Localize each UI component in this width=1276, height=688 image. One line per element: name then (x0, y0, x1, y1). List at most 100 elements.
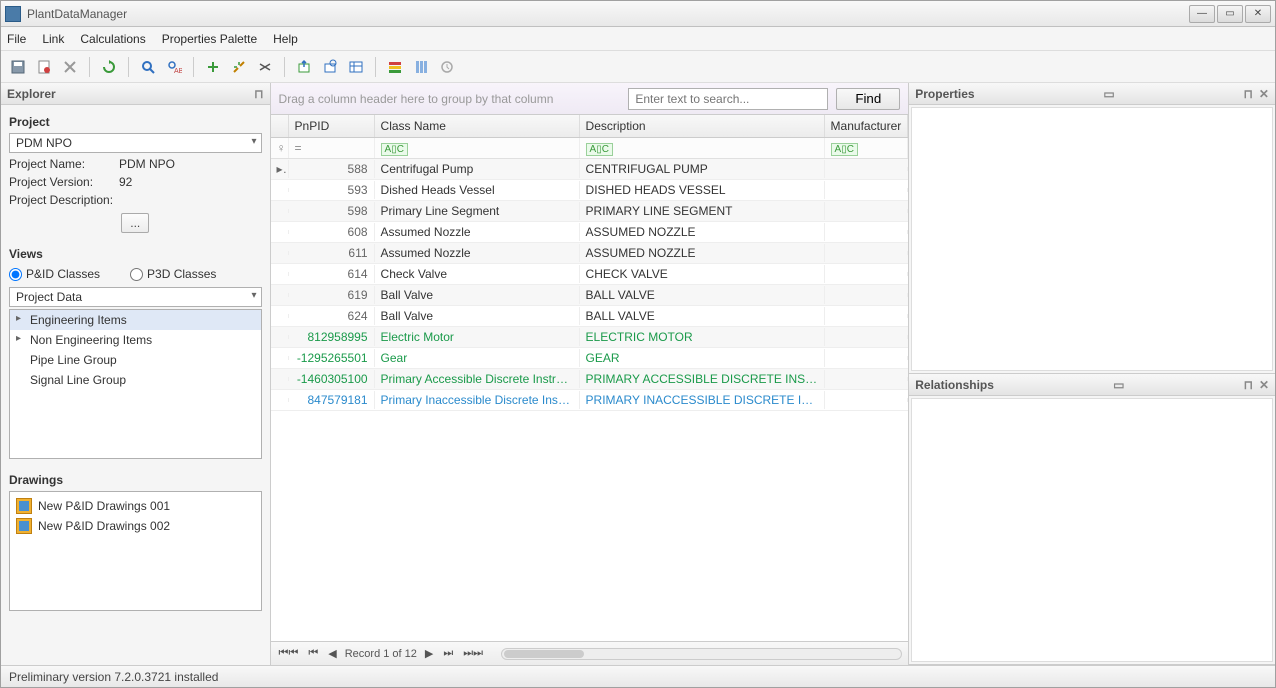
col-manufacturer[interactable]: Manufacturer (825, 115, 909, 137)
radio-pid-classes[interactable]: P&ID Classes (9, 267, 100, 281)
filter-pnpid[interactable]: = (289, 138, 375, 158)
properties-pin-icon[interactable]: ⊓ (1244, 87, 1253, 101)
save-icon[interactable] (7, 56, 29, 78)
search-icon[interactable] (137, 56, 159, 78)
tree-item[interactable]: Engineering Items (10, 310, 261, 330)
nav-prev-page-icon[interactable]: ⏮ (306, 647, 320, 660)
nav-prev-icon[interactable]: ◀ (326, 647, 338, 660)
menu-calculations[interactable]: Calculations (80, 32, 145, 46)
project-name-label: Project Name: (9, 157, 119, 171)
drawing-item[interactable]: New P&ID Drawings 002 (14, 516, 257, 536)
row-marker (271, 335, 289, 339)
table-row[interactable]: 619Ball ValveBALL VALVE (271, 285, 909, 306)
table-row[interactable]: -1295265501GearGEAR (271, 348, 909, 369)
shuffle-icon[interactable] (254, 56, 276, 78)
cell-pnpid: 812958995 (289, 328, 375, 346)
table-row[interactable]: 614Check ValveCHECK VALVE (271, 264, 909, 285)
col-pnpid[interactable]: PnPID (289, 115, 375, 137)
status-bar: Preliminary version 7.2.0.3721 installed (1, 665, 1275, 687)
explorer-title: Explorer (7, 87, 56, 101)
menu-file[interactable]: File (7, 32, 26, 46)
nav-first-icon[interactable]: ⏮⏮ (277, 647, 301, 660)
nav-last-icon[interactable]: ⏭⏭ (461, 647, 485, 660)
columns-icon[interactable] (410, 56, 432, 78)
menu-help[interactable]: Help (273, 32, 298, 46)
tree-item[interactable]: Signal Line Group (10, 370, 261, 390)
close-button[interactable]: ✕ (1245, 5, 1271, 23)
nav-next-page-icon[interactable]: ⏭ (441, 647, 455, 660)
filter-row: ♀ = A▯C A▯C A▯C (271, 138, 909, 159)
relationships-panel: Relationships ▭ ⊓ ✕ (909, 374, 1275, 665)
delete-icon[interactable] (59, 56, 81, 78)
col-class[interactable]: Class Name (375, 115, 580, 137)
relationships-pin-icon[interactable]: ⊓ (1244, 378, 1253, 392)
filter-icon[interactable]: ♀ (271, 138, 289, 158)
refresh-icon[interactable] (98, 56, 120, 78)
nav-next-icon[interactable]: ▶ (423, 647, 435, 660)
drawing-item[interactable]: New P&ID Drawings 001 (14, 496, 257, 516)
add-icon[interactable] (202, 56, 224, 78)
tree-combo[interactable]: Project Data (9, 287, 262, 307)
new-doc-icon[interactable] (33, 56, 55, 78)
link-icon[interactable] (228, 56, 250, 78)
cell-manufacturer (825, 230, 909, 234)
grid-header: PnPID Class Name Description Manufacture… (271, 115, 909, 138)
color-rows-icon[interactable] (384, 56, 406, 78)
group-hint: Drag a column header here to group by th… (279, 92, 621, 106)
grid-body: ▸588Centrifugal PumpCENTRIFUGAL PUMP593D… (271, 159, 909, 641)
cell-pnpid: 588 (289, 160, 375, 178)
col-desc[interactable]: Description (580, 115, 825, 137)
table-row[interactable]: 611Assumed NozzleASSUMED NOZZLE (271, 243, 909, 264)
properties-close-icon[interactable]: ✕ (1259, 87, 1269, 101)
table-row[interactable]: 593Dished Heads VesselDISHED HEADS VESSE… (271, 180, 909, 201)
cell-desc: CENTRIFUGAL PUMP (580, 160, 825, 178)
cell-class: Primary Line Segment (375, 202, 580, 220)
properties-restore-icon[interactable]: ▭ (1103, 87, 1114, 101)
tree: Engineering ItemsNon Engineering ItemsPi… (9, 309, 262, 459)
filter-manufacturer[interactable]: A▯C (825, 138, 909, 158)
tree-item[interactable]: Non Engineering Items (10, 330, 261, 350)
table-row[interactable]: 847579181Primary Inaccessible Discrete I… (271, 390, 909, 411)
cell-class: Check Valve (375, 265, 580, 283)
find-replace-icon[interactable]: AB (163, 56, 185, 78)
table-icon[interactable] (345, 56, 367, 78)
table-row[interactable]: 624Ball ValveBALL VALVE (271, 306, 909, 327)
cell-manufacturer (825, 209, 909, 213)
minimize-button[interactable]: — (1189, 5, 1215, 23)
maximize-button[interactable]: ▭ (1217, 5, 1243, 23)
menu-properties-palette[interactable]: Properties Palette (162, 32, 257, 46)
table-row[interactable]: 598Primary Line SegmentPRIMARY LINE SEGM… (271, 201, 909, 222)
row-marker (271, 293, 289, 297)
table-row[interactable]: -1460305100Primary Accessible Discrete I… (271, 369, 909, 390)
more-button[interactable]: ... (121, 213, 149, 233)
cell-class: Ball Valve (375, 286, 580, 304)
table-row[interactable]: 608Assumed NozzleASSUMED NOZZLE (271, 222, 909, 243)
radio-p3d-classes[interactable]: P3D Classes (130, 267, 216, 281)
cell-desc: ELECTRIC MOTOR (580, 328, 825, 346)
row-marker (271, 209, 289, 213)
cell-desc: PRIMARY LINE SEGMENT (580, 202, 825, 220)
search-input[interactable] (628, 88, 828, 110)
project-combo[interactable]: PDM NPO (9, 133, 262, 153)
horizontal-scrollbar[interactable] (501, 648, 902, 660)
history-icon[interactable] (436, 56, 458, 78)
relationships-close-icon[interactable]: ✕ (1259, 378, 1269, 392)
filter-desc[interactable]: A▯C (580, 138, 825, 158)
project-name-value: PDM NPO (119, 157, 175, 171)
tree-item[interactable]: Pipe Line Group (10, 350, 261, 370)
table-row[interactable]: ▸588Centrifugal PumpCENTRIFUGAL PUMP (271, 159, 909, 180)
row-marker: ▸ (271, 160, 289, 178)
export-icon[interactable] (293, 56, 315, 78)
table-row[interactable]: 812958995Electric MotorELECTRIC MOTOR (271, 327, 909, 348)
cell-pnpid: -1295265501 (289, 349, 375, 367)
relationships-restore-icon[interactable]: ▭ (1113, 378, 1124, 392)
menu-link[interactable]: Link (42, 32, 64, 46)
cell-class: Electric Motor (375, 328, 580, 346)
pin-icon[interactable]: ⊓ (254, 87, 263, 101)
row-marker (271, 398, 289, 402)
cell-desc: PRIMARY ACCESSIBLE DISCRETE INSTRUMENT (580, 370, 825, 388)
import-icon[interactable] (319, 56, 341, 78)
filter-class[interactable]: A▯C (375, 138, 580, 158)
find-button[interactable]: Find (836, 88, 900, 110)
cell-manufacturer (825, 335, 909, 339)
